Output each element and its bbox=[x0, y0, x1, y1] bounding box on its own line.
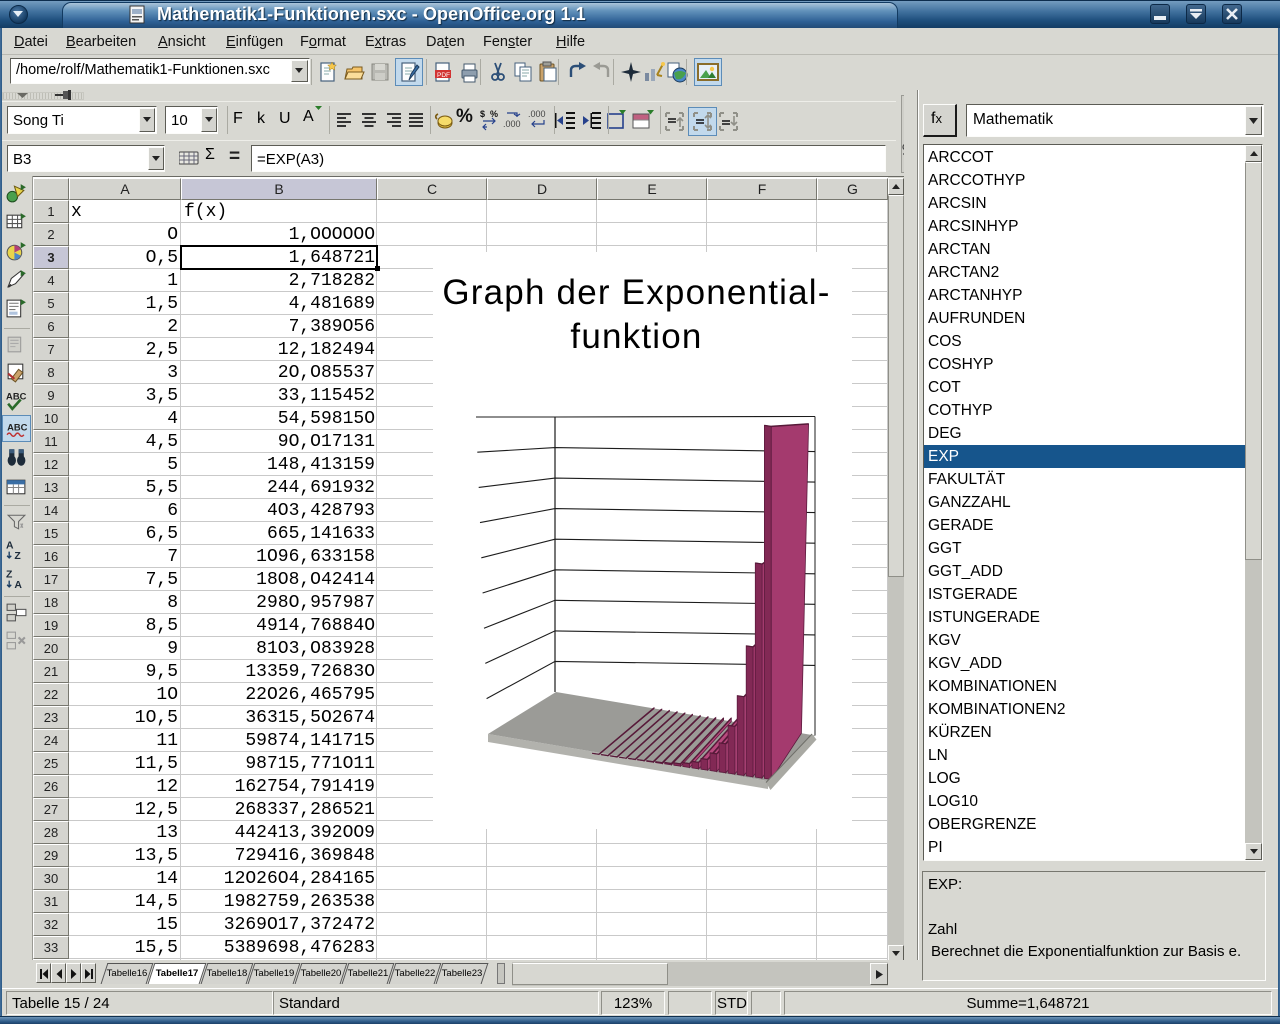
svg-text:ABC: ABC bbox=[6, 390, 27, 401]
svg-text:Z: Z bbox=[6, 569, 13, 580]
svg-text:A: A bbox=[14, 580, 22, 590]
svg-text:ABC: ABC bbox=[7, 422, 28, 433]
svg-text:A: A bbox=[6, 540, 14, 551]
svg-text:Z: Z bbox=[14, 551, 21, 561]
